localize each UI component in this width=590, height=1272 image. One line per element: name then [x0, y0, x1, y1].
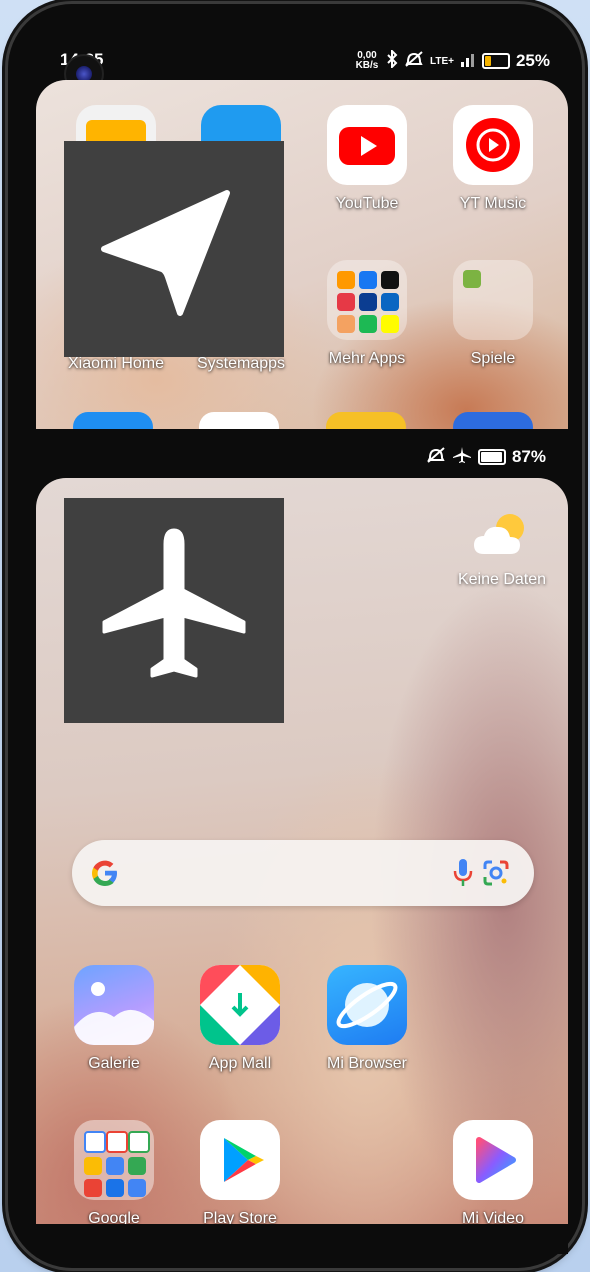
play-store-icon: [200, 1120, 280, 1200]
lens-icon[interactable]: [482, 859, 510, 892]
battery-icon: [477, 449, 506, 465]
folder-icon: [74, 1120, 154, 1200]
app-yt-music[interactable]: YT Music: [438, 105, 548, 213]
youtube-icon: [327, 105, 407, 185]
app-label: Spiele: [470, 350, 516, 367]
app-mi-video[interactable]: Mi Video: [438, 1120, 548, 1224]
folder-google[interactable]: Google: [59, 1120, 169, 1224]
google-search-bar[interactable]: [72, 840, 534, 906]
mute-icon: [404, 50, 424, 72]
signal-icon: [460, 51, 476, 71]
yt-music-icon: [453, 105, 533, 185]
battery-icon: [481, 53, 510, 69]
app-row-peek: [73, 412, 533, 429]
battery-percent: 87%: [511, 447, 546, 466]
top-status-bar: 14:35 0,00 KB/s LTE+ 25%: [60, 48, 550, 72]
app-label: YouTube: [335, 195, 399, 212]
app-mall-icon: [200, 965, 280, 1045]
browser-icon: [327, 965, 407, 1045]
app-mi-browser[interactable]: Mi Browser: [312, 965, 422, 1073]
airplane-overlay: [64, 498, 284, 723]
airplane-icon: [102, 528, 246, 678]
app-label: App Mall: [208, 1055, 272, 1072]
navigation-arrow-icon: [101, 190, 230, 316]
google-g-icon: [90, 858, 120, 893]
folder-mehr-apps[interactable]: Mehr Apps: [312, 260, 422, 368]
mic-icon[interactable]: [452, 857, 474, 894]
folder-icon: [327, 260, 407, 340]
app-label: Mehr Apps: [328, 350, 406, 367]
partly-cloudy-icon: [446, 508, 558, 565]
bottom-bezel: [36, 1224, 568, 1254]
gallery-icon: [74, 965, 154, 1045]
battery-percent: 25%: [515, 51, 550, 70]
bluetooth-icon: [386, 48, 398, 72]
app-label: Play Store: [203, 1210, 277, 1224]
app-label: Google: [88, 1210, 140, 1224]
network-type: LTE+: [429, 55, 454, 67]
app-label: Galerie: [88, 1055, 140, 1072]
mi-video-icon: [453, 1120, 533, 1200]
mute-icon: [426, 446, 446, 468]
app-play-store[interactable]: Play Store: [185, 1120, 295, 1224]
folder-icon: [453, 260, 533, 340]
folder-spiele[interactable]: Spiele: [438, 260, 548, 368]
app-label: Mi Video: [462, 1210, 524, 1224]
mid-status-bar: 87%: [36, 446, 546, 468]
weather-label: Keine Daten: [457, 571, 547, 588]
app-app-mall[interactable]: App Mall: [185, 965, 295, 1073]
weather-widget[interactable]: Keine Daten: [446, 508, 558, 589]
airplane-mode-icon: [452, 446, 472, 468]
network-speed: 0,00 KB/s: [355, 50, 379, 71]
navigation-overlay: [64, 141, 284, 357]
app-label: Mi Browser: [326, 1055, 407, 1072]
app-label: YT Music: [459, 195, 527, 212]
app-galerie[interactable]: Galerie: [59, 965, 169, 1073]
app-youtube[interactable]: YouTube: [312, 105, 422, 213]
